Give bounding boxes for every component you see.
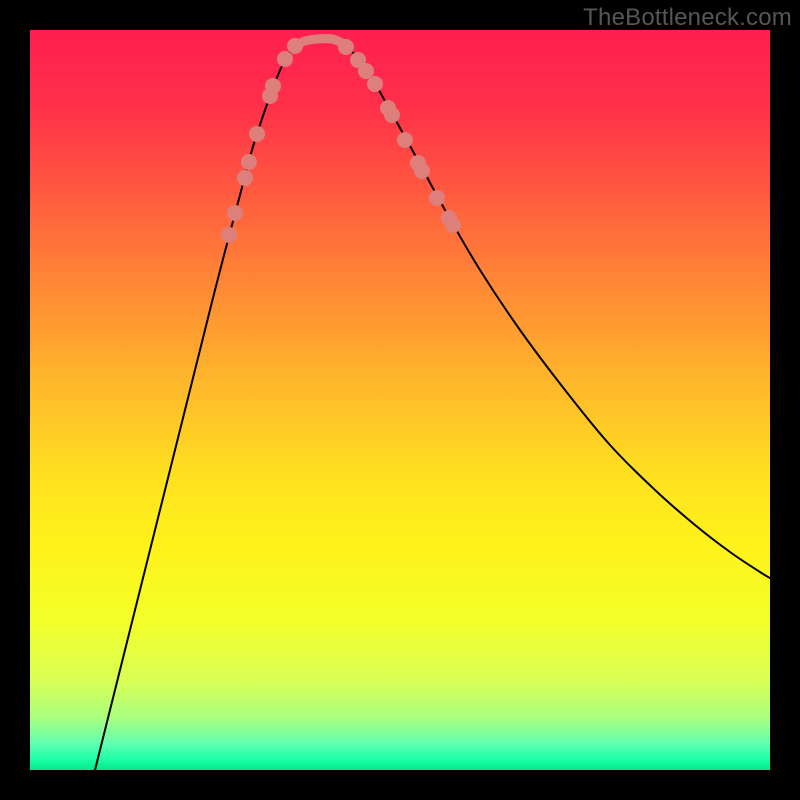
data-point [429, 190, 445, 206]
data-point [397, 132, 413, 148]
data-point [277, 51, 293, 67]
data-point [384, 107, 400, 123]
data-point [338, 39, 354, 55]
data-point [287, 38, 303, 54]
data-point [414, 163, 430, 179]
bottleneck-chart [0, 0, 800, 800]
data-point [241, 154, 257, 170]
data-point [221, 227, 237, 243]
chart-container: TheBottleneck.com [0, 0, 800, 800]
data-point [367, 76, 383, 92]
data-point [227, 205, 243, 221]
data-point [358, 63, 374, 79]
data-point [265, 78, 281, 94]
data-point [249, 126, 265, 142]
data-point [445, 217, 461, 233]
data-point [237, 170, 253, 186]
watermark-text: TheBottleneck.com [583, 4, 792, 32]
